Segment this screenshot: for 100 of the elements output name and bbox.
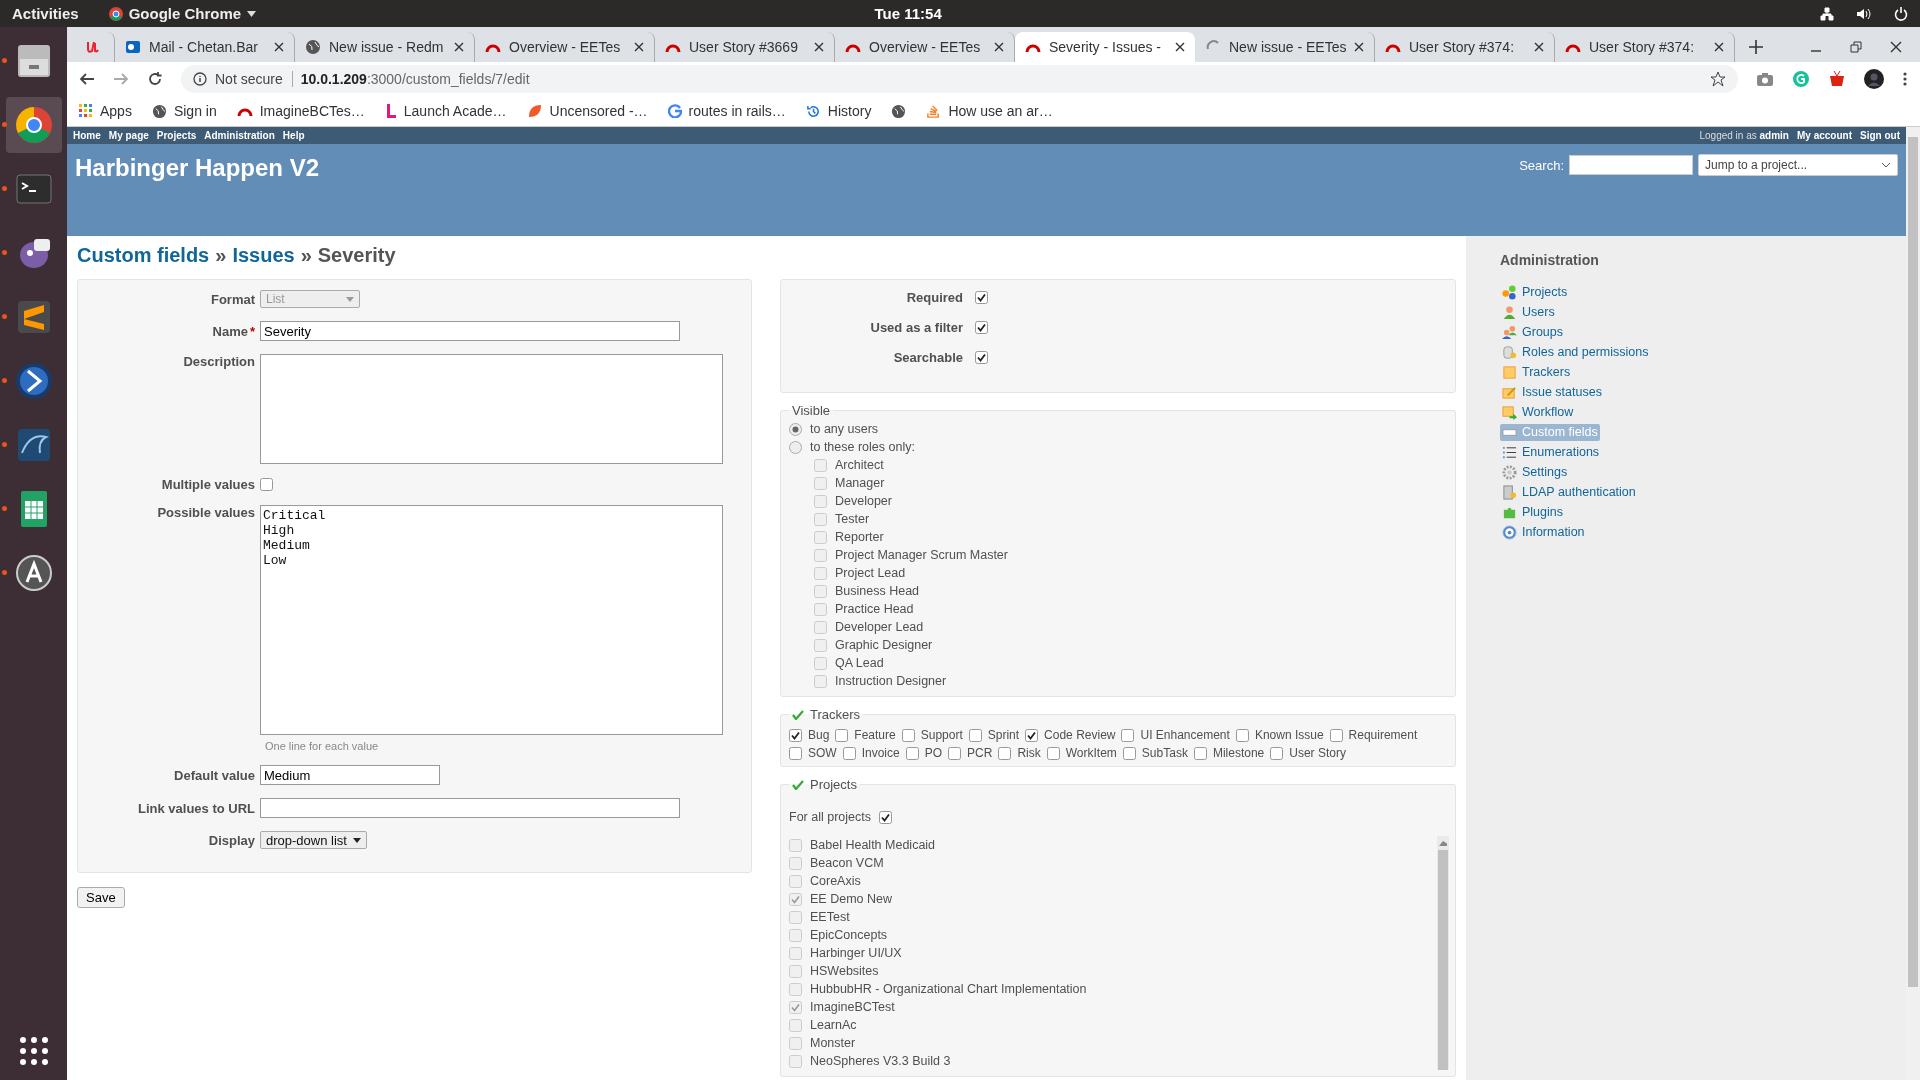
close-icon[interactable] <box>1534 42 1544 52</box>
project-jump-select[interactable]: Jump to a project... <box>1698 154 1898 176</box>
forward-icon[interactable] <box>113 71 129 87</box>
checkbox[interactable] <box>842 746 856 760</box>
checkbox[interactable] <box>879 810 892 824</box>
caret-icon[interactable] <box>247 10 257 17</box>
save-button[interactable]: Save <box>77 887 125 908</box>
checkbox[interactable] <box>1046 746 1060 760</box>
checkbox[interactable] <box>905 746 919 760</box>
top-menu-link[interactable]: My page <box>108 130 149 141</box>
sidebar-link[interactable]: Projects <box>1500 283 1570 301</box>
sidebar-link[interactable]: Information <box>1500 523 1587 541</box>
scroll-up-icon[interactable] <box>1439 840 1447 846</box>
checkbox[interactable] <box>975 351 988 364</box>
browser-tab[interactable]: Overview - EETes <box>475 32 655 62</box>
grammar-icon[interactable] <box>1792 70 1810 88</box>
back-icon[interactable] <box>79 71 95 87</box>
browser-tab[interactable]: Mail - Chetan.Bar <box>115 32 295 62</box>
checkbox[interactable] <box>1121 728 1135 742</box>
bookmark[interactable]: Sign in <box>151 103 217 119</box>
info-icon[interactable] <box>193 72 207 86</box>
checkbox[interactable] <box>1193 746 1207 760</box>
avatar-icon[interactable] <box>1864 69 1884 89</box>
app-menu[interactable]: Google Chrome <box>128 5 242 22</box>
breadcrumb-link[interactable]: Custom fields <box>77 244 210 267</box>
address-bar[interactable]: Not secure 10.0.1.209:3000/custom_fields/7/edit <box>181 65 1738 93</box>
bookmark[interactable]: Launch Acade… <box>384 103 507 119</box>
scrollbar[interactable] <box>1437 836 1449 1070</box>
breadcrumb-link[interactable]: Issues <box>232 244 295 267</box>
clock[interactable]: Tue 11:54 <box>874 5 1202 22</box>
checkbox[interactable] <box>1025 728 1039 742</box>
default-value-field[interactable]: Medium <box>260 765 440 785</box>
browser-tab[interactable]: User Story #374: <box>1375 32 1555 62</box>
checkbox[interactable] <box>1122 746 1136 760</box>
sidebar-link[interactable]: Workflow <box>1500 403 1576 421</box>
browser-tab[interactable]: Severity - Issues - <box>1015 32 1195 62</box>
radio-button[interactable] <box>789 422 802 436</box>
network-icon[interactable] <box>1820 6 1834 21</box>
checkbox[interactable] <box>789 728 802 742</box>
account-link[interactable]: My account <box>1797 130 1852 141</box>
star-icon[interactable] <box>1710 71 1726 87</box>
close-icon[interactable] <box>274 42 284 52</box>
sidebar-link[interactable]: Plugins <box>1500 503 1565 521</box>
sidebar-link[interactable]: Issue statuses <box>1500 383 1604 401</box>
browser-tab[interactable]: User Story #374: <box>1555 32 1735 62</box>
name-field[interactable]: Severity <box>260 321 680 341</box>
checkbox[interactable] <box>968 728 982 742</box>
checkbox[interactable] <box>1270 746 1284 760</box>
sidebar-link[interactable]: Settings <box>1500 463 1570 481</box>
dock-app[interactable] <box>5 97 62 153</box>
close-icon[interactable] <box>1175 42 1185 52</box>
top-menu-link[interactable]: Help <box>282 130 305 141</box>
menu-icon[interactable] <box>1902 71 1908 87</box>
checkbox[interactable] <box>789 746 802 760</box>
possible-values-field[interactable]: Critical High Medium Low <box>260 505 723 735</box>
sidebar-link[interactable]: LDAP authentication <box>1500 483 1638 501</box>
reload-icon[interactable] <box>147 71 163 87</box>
bookmark[interactable]: How use an ar… <box>926 103 1053 119</box>
bookmark[interactable] <box>891 103 907 119</box>
power-icon[interactable] <box>1894 6 1908 21</box>
browser-tab[interactable]: New issue - EETes <box>1195 32 1375 62</box>
radio-button[interactable] <box>789 440 802 454</box>
checkbox[interactable] <box>975 321 988 334</box>
close-icon[interactable] <box>994 42 1004 52</box>
bookmark[interactable]: Apps <box>79 103 132 119</box>
bookmark[interactable]: Uncensored -… <box>526 103 648 119</box>
tv-icon[interactable] <box>1828 70 1846 88</box>
checkbox[interactable] <box>948 746 962 760</box>
restore-icon[interactable] <box>1850 41 1862 53</box>
bookmark[interactable]: History <box>805 103 872 119</box>
sidebar-link[interactable]: Groups <box>1500 323 1565 341</box>
bookmark[interactable]: routes in rails… <box>667 103 786 119</box>
checkbox[interactable] <box>975 291 988 304</box>
bookmark[interactable]: ImagineBCTes… <box>236 103 365 119</box>
checkbox[interactable] <box>901 728 915 742</box>
top-menu-link[interactable]: Home <box>73 130 101 141</box>
close-icon[interactable] <box>1714 42 1724 52</box>
display-select[interactable]: drop-down list <box>260 831 367 849</box>
checkbox[interactable] <box>835 728 849 742</box>
camera-icon[interactable] <box>1756 71 1774 87</box>
close-icon[interactable] <box>814 42 824 52</box>
page-scrollbar[interactable] <box>1906 127 1920 1080</box>
sidebar-link[interactable]: Enumerations <box>1500 443 1602 461</box>
top-menu-link[interactable]: Projects <box>156 130 197 141</box>
url-field[interactable] <box>260 798 680 818</box>
close-icon[interactable] <box>1354 42 1364 52</box>
new-tab-icon[interactable] <box>1749 40 1763 54</box>
browser-tab[interactable]: User Story #3669 <box>655 32 835 62</box>
sidebar-link[interactable]: Trackers <box>1500 363 1573 381</box>
checkbox[interactable] <box>1329 728 1343 742</box>
volume-icon[interactable] <box>1856 6 1872 21</box>
activities-button[interactable]: Activities <box>12 5 79 22</box>
checkbox[interactable] <box>998 746 1012 760</box>
browser-tab[interactable]: New issue - Redm <box>295 32 475 62</box>
sidebar-link[interactable]: Roles and permissions <box>1500 343 1651 361</box>
checkbox[interactable] <box>260 478 273 491</box>
search-field[interactable] <box>1569 155 1693 175</box>
checkbox[interactable] <box>1235 728 1249 742</box>
sidebar-link[interactable]: Users <box>1500 303 1557 321</box>
close-icon[interactable] <box>1890 41 1902 53</box>
